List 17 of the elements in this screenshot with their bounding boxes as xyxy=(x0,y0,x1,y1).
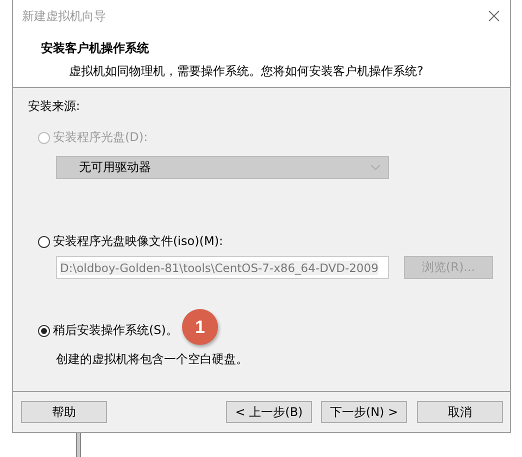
option-description: 创建的虚拟机将包含一个空白硬盘。 xyxy=(56,351,249,368)
dialog-button[interactable]: 下一步(N) > xyxy=(321,401,407,423)
dialog-button[interactable]: < 上一步(B) xyxy=(226,401,312,423)
section-label: 安装来源: xyxy=(28,98,80,115)
radio-label[interactable]: 安装程序光盘映像文件(iso)(M): xyxy=(53,233,224,250)
path-value: D:\oldboy-Golden-81\tools\CentOS-7-x86_64-DVD-2009 xyxy=(60,260,378,274)
window-title: 新建虚拟机向导 xyxy=(22,8,106,24)
dropdown-caret-icon xyxy=(371,165,380,170)
radio-button[interactable] xyxy=(38,324,50,336)
dialog-button[interactable]: 取消 xyxy=(417,401,503,423)
dialog-button[interactable]: 帮助 xyxy=(21,401,107,423)
header-title: 安装客户机操作系统 xyxy=(41,40,150,57)
dropdown-value: 无可用驱动器 xyxy=(79,159,151,176)
header-subtitle: 虚拟机如同物理机，需要操作系统。您将如何安装客户机操作系统? xyxy=(69,63,424,80)
close-icon[interactable] xyxy=(488,10,500,22)
radio-button[interactable] xyxy=(38,236,50,248)
radio-label[interactable]: 稍后安装操作系统(S)。 xyxy=(53,322,178,339)
